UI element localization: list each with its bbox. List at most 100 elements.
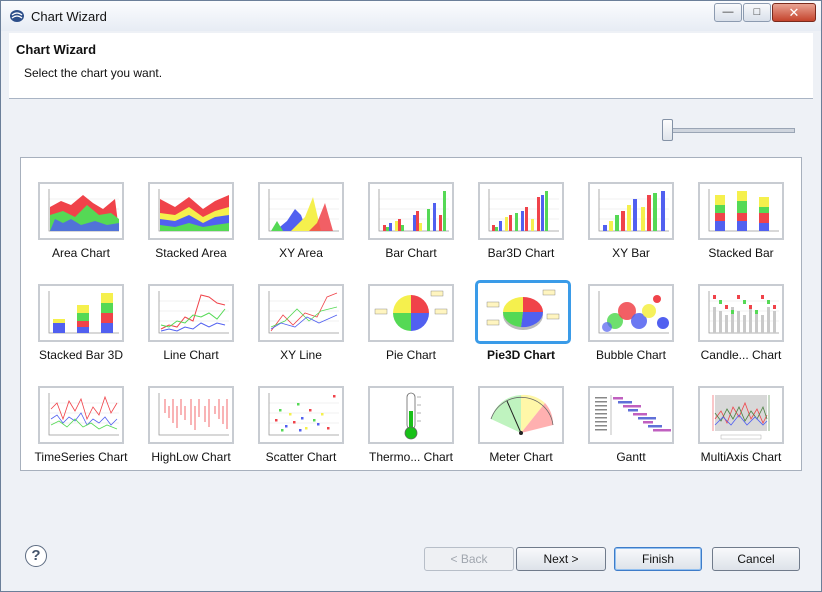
chart-thumbnail bbox=[588, 182, 674, 240]
maximize-icon: □ bbox=[753, 6, 761, 18]
chart-option-label: Meter Chart bbox=[489, 450, 553, 464]
gantt-chart-icon bbox=[595, 395, 671, 435]
pie3d-chart-icon bbox=[486, 289, 560, 330]
candlestick-chart-icon bbox=[708, 291, 779, 334]
chart-option-label: Scatter Chart bbox=[265, 450, 337, 464]
chart-option-label: Thermo... Chart bbox=[368, 450, 454, 464]
chart-option-pie-chart[interactable]: Pie Chart bbox=[352, 263, 462, 363]
chart-option-label: XY Area bbox=[279, 246, 323, 260]
chart-option-highlow-chart[interactable]: HighLow Chart bbox=[132, 365, 242, 465]
chart-option-stacked-area-chart[interactable]: Stacked Area bbox=[132, 161, 242, 261]
chart-option-thermometer-chart[interactable]: Thermo... Chart bbox=[352, 365, 462, 465]
timeseries-chart-icon bbox=[48, 393, 119, 436]
chart-thumbnail bbox=[258, 386, 344, 444]
close-button[interactable]: ✕ bbox=[772, 3, 816, 22]
chart-option-label: HighLow Chart bbox=[151, 450, 231, 464]
chart-option-meter-chart[interactable]: Meter Chart bbox=[462, 365, 572, 465]
chart-option-multiaxis-chart[interactable]: MultiAxis Chart bbox=[682, 365, 792, 465]
close-icon: ✕ bbox=[788, 5, 800, 20]
chart-thumbnail bbox=[698, 386, 784, 444]
chart-option-label: Stacked Bar 3D bbox=[38, 348, 124, 362]
chart-option-label: MultiAxis Chart bbox=[700, 450, 782, 464]
chart-option-label: Pie3D Chart bbox=[486, 348, 556, 362]
xy-line-chart-icon bbox=[268, 291, 339, 334]
finish-button[interactable]: Finish bbox=[614, 547, 702, 571]
stacked-area-chart-icon bbox=[158, 189, 229, 232]
chart-wizard-window: Chart Wizard — □ ✕ Chart Wizard Select t… bbox=[0, 0, 822, 592]
bubble-chart-icon bbox=[598, 291, 669, 334]
chart-option-scatter-chart[interactable]: Scatter Chart bbox=[242, 365, 352, 465]
thermometer-chart-icon bbox=[404, 392, 421, 440]
chart-option-bar3d-chart[interactable]: Bar3D Chart bbox=[462, 161, 572, 261]
multiaxis-chart-icon bbox=[712, 395, 770, 440]
chart-thumbnail bbox=[38, 284, 124, 342]
help-icon[interactable]: ? bbox=[25, 545, 47, 567]
chart-option-label: Area Chart bbox=[51, 246, 111, 260]
chart-option-label: Bubble Chart bbox=[595, 348, 667, 362]
chart-option-label: Bar3D Chart bbox=[487, 246, 555, 260]
xy-bar-chart-icon bbox=[598, 189, 669, 232]
chart-option-area-chart[interactable]: Area Chart bbox=[22, 161, 132, 261]
chart-thumbnail bbox=[38, 386, 124, 444]
wizard-body: Area Chart Stacked Area XY Area Bar Chart Ba… bbox=[9, 99, 813, 585]
eclipse-app-icon bbox=[10, 10, 24, 22]
chart-option-label: Line Chart bbox=[163, 348, 219, 362]
chart-option-bubble-chart[interactable]: Bubble Chart bbox=[572, 263, 682, 363]
chart-option-stacked-bar3d-chart[interactable]: Stacked Bar 3D bbox=[22, 263, 132, 363]
pie-chart-icon bbox=[374, 290, 448, 331]
chart-option-label: Bar Chart bbox=[385, 246, 437, 260]
chart-option-pie3d-chart[interactable]: Pie3D Chart bbox=[462, 263, 572, 363]
area-chart-icon bbox=[48, 189, 119, 232]
chart-thumbnail bbox=[258, 182, 344, 240]
chart-thumbnail bbox=[148, 386, 234, 444]
chart-thumbnail bbox=[258, 284, 344, 342]
chart-option-label: TimeSeries Chart bbox=[34, 450, 128, 464]
bar-chart-icon bbox=[378, 189, 449, 232]
meter-chart-icon bbox=[490, 394, 554, 435]
bar3d-chart-icon bbox=[488, 189, 559, 232]
chart-option-label: XY Bar bbox=[612, 246, 650, 260]
page-subtitle: Select the chart you want. bbox=[24, 66, 163, 80]
highlow-chart-icon bbox=[158, 393, 229, 436]
back-button[interactable]: < Back bbox=[424, 547, 514, 571]
chart-option-bar-chart[interactable]: Bar Chart bbox=[352, 161, 462, 261]
chart-thumbnail bbox=[698, 182, 784, 240]
scatter-chart-icon bbox=[268, 393, 339, 436]
chart-thumbnail bbox=[368, 182, 454, 240]
thumbnail-size-slider-track[interactable] bbox=[665, 128, 795, 133]
chart-thumbnail bbox=[475, 280, 571, 344]
window-title: Chart Wizard bbox=[31, 9, 107, 24]
chart-thumbnail bbox=[38, 182, 124, 240]
chart-option-xy-area-chart[interactable]: XY Area bbox=[242, 161, 352, 261]
chart-thumbnail bbox=[368, 386, 454, 444]
chart-option-stacked-bar-chart[interactable]: Stacked Bar bbox=[682, 161, 792, 261]
chart-thumbnail bbox=[148, 284, 234, 342]
chart-option-xy-bar-chart[interactable]: XY Bar bbox=[572, 161, 682, 261]
minimize-button[interactable]: — bbox=[714, 3, 742, 22]
title-bar[interactable]: Chart Wizard — □ ✕ bbox=[1, 1, 821, 31]
chart-option-xy-line-chart[interactable]: XY Line bbox=[242, 263, 352, 363]
xy-area-chart-icon bbox=[268, 189, 339, 232]
chart-option-label: Pie Chart bbox=[385, 348, 437, 362]
chart-thumbnail bbox=[148, 182, 234, 240]
chart-option-candlestick-chart[interactable]: Candle... Chart bbox=[682, 263, 792, 363]
chart-option-gantt-chart[interactable]: Gantt bbox=[572, 365, 682, 465]
chart-thumbnail bbox=[478, 386, 564, 444]
page-title: Chart Wizard bbox=[16, 42, 97, 57]
chart-option-timeseries-chart[interactable]: TimeSeries Chart bbox=[22, 365, 132, 465]
cancel-button[interactable]: Cancel bbox=[712, 547, 800, 571]
chart-option-label: XY Line bbox=[280, 348, 322, 362]
chart-option-label: Stacked Bar bbox=[708, 246, 774, 260]
thumbnail-size-slider-handle[interactable] bbox=[662, 119, 673, 141]
next-button[interactable]: Next > bbox=[516, 547, 606, 571]
line-chart-icon bbox=[158, 291, 229, 334]
chart-option-label: Stacked Area bbox=[155, 246, 227, 260]
maximize-button[interactable]: □ bbox=[743, 3, 771, 22]
stacked-bar3d-chart-icon bbox=[48, 291, 119, 334]
chart-option-line-chart[interactable]: Line Chart bbox=[132, 263, 242, 363]
chart-option-label: Candle... Chart bbox=[700, 348, 782, 362]
chart-thumbnail bbox=[588, 386, 674, 444]
chart-thumbnail bbox=[368, 284, 454, 342]
stacked-bar-chart-icon bbox=[708, 189, 779, 232]
chart-thumbnail bbox=[588, 284, 674, 342]
